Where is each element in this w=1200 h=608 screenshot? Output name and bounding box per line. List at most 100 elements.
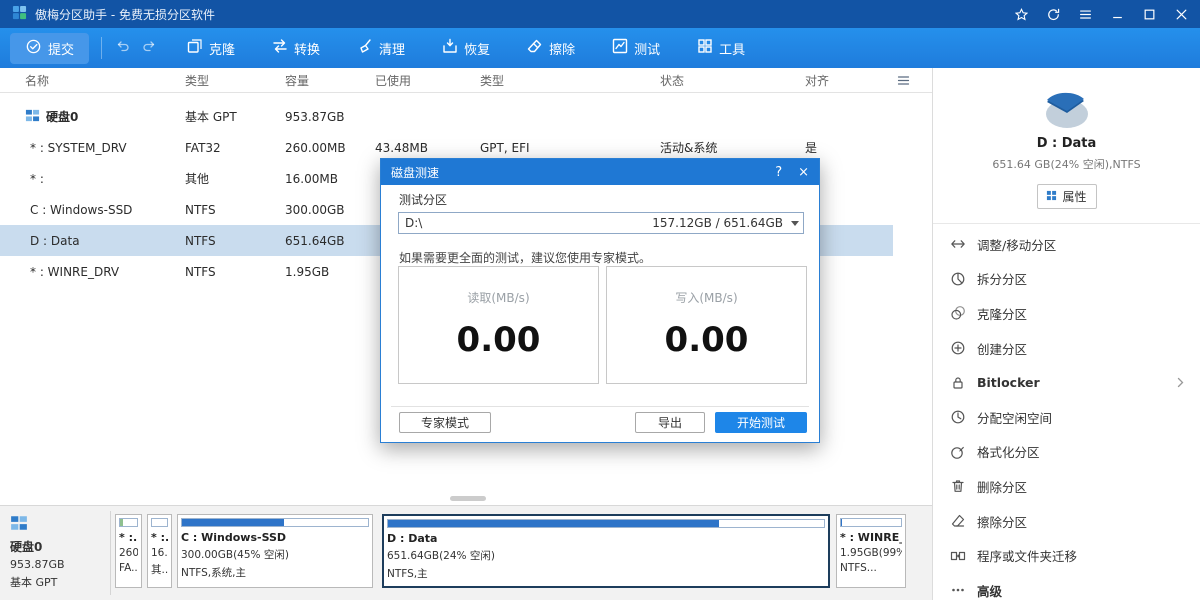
- toolbar-item-label: 测试: [634, 39, 660, 58]
- column-options-icon[interactable]: [897, 74, 910, 90]
- sidebar-item-label: 分配空闲空间: [977, 408, 1052, 427]
- test-partition-select[interactable]: D:\ 157.12GB / 651.64GB: [398, 212, 804, 234]
- toolbar-item-clean[interactable]: 清理: [350, 33, 411, 63]
- disk-type: 基本 GPT: [10, 574, 106, 590]
- toolbar-item-test[interactable]: 测试: [605, 33, 666, 63]
- expert-mode-hint: 如果需要更全面的测试，建议您使用专家模式。: [399, 249, 651, 266]
- favorite-star-icon[interactable]: [1015, 8, 1028, 21]
- menu-icon[interactable]: [1079, 8, 1092, 21]
- partition-block-msr[interactable]: * :... 16... 其...: [147, 514, 172, 588]
- cell-capacity: 953.87GB: [285, 110, 375, 124]
- cell-type: FAT32: [185, 141, 285, 155]
- sync-icon[interactable]: [1047, 8, 1060, 21]
- close-icon[interactable]: [1175, 8, 1188, 21]
- submit-label: 提交: [48, 39, 74, 58]
- partition-block-winre[interactable]: * : WINRE_... 1.95GB(99%... NTFS...: [836, 514, 906, 588]
- sidebar-item-wipe-partition[interactable]: 擦除分区: [933, 504, 1200, 539]
- erase-icon: [526, 37, 544, 59]
- partition-size: 260...: [119, 547, 138, 559]
- cell-capacity: 260.00MB: [285, 141, 375, 155]
- start-test-button[interactable]: 开始测试: [715, 412, 807, 433]
- partition-name: C : Windows-SSD: [181, 531, 369, 544]
- panel-divider: [110, 511, 111, 595]
- toolbar-item-erase[interactable]: 擦除: [520, 33, 581, 63]
- cell-status: 活动&系统: [660, 139, 805, 156]
- sidebar-item-resize-move[interactable]: 调整/移动分区: [933, 227, 1200, 262]
- toolbar-divider: [101, 37, 102, 59]
- properties-grid-icon: [1046, 190, 1057, 204]
- toolbar-item-tools[interactable]: 工具: [690, 33, 751, 63]
- sidebar-item-split[interactable]: 拆分分区: [933, 262, 1200, 297]
- dialog-close-icon[interactable]: ×: [798, 166, 809, 179]
- sidebar-item-delete-partition[interactable]: 删除分区: [933, 469, 1200, 504]
- read-speed-label: 读取(MB/s): [399, 289, 598, 306]
- usage-bar: [151, 518, 168, 527]
- col-header-aligned[interactable]: 对齐: [805, 72, 932, 89]
- selected-partition-value: D:\: [399, 216, 422, 230]
- sidebar-item-bitlocker[interactable]: Bitlocker: [933, 365, 1200, 400]
- sidebar-item-format-partition[interactable]: 格式化分区: [933, 435, 1200, 470]
- partition-size: 651.64GB(24% 空闲): [387, 548, 825, 563]
- sidebar-item-label: 调整/移动分区: [977, 235, 1056, 254]
- partition-block-efi[interactable]: * :... 260... FA...: [115, 514, 142, 588]
- undo-icon[interactable]: [114, 38, 130, 58]
- disk-icon: [10, 522, 28, 535]
- write-speed-label: 写入(MB/s): [607, 289, 806, 306]
- tools-icon: [696, 37, 714, 59]
- minimize-icon[interactable]: [1111, 8, 1124, 21]
- cell-type: NTFS: [185, 203, 285, 217]
- expert-mode-button[interactable]: 专家模式: [399, 412, 491, 433]
- properties-button[interactable]: 属性: [1037, 184, 1097, 209]
- split-icon: [950, 271, 966, 287]
- partition-name: * :...: [119, 531, 138, 544]
- partition-name: * : WINRE_...: [840, 531, 902, 544]
- redo-icon[interactable]: [142, 38, 158, 58]
- cell-name: * : WINRE_DRV: [30, 265, 119, 279]
- partition-pie-icon: [1036, 86, 1098, 132]
- toolbar-item-clone[interactable]: 克隆: [180, 33, 241, 63]
- write-speed-value: 0.00: [607, 320, 806, 360]
- partition-name: D : Data: [387, 532, 825, 545]
- partition-size: 1.95GB(99%...: [840, 547, 902, 559]
- sidebar-item-label: 拆分分区: [977, 269, 1027, 288]
- format-icon: [950, 444, 966, 460]
- partition-block-c[interactable]: C : Windows-SSD 300.00GB(45% 空闲) NTFS,系统…: [177, 514, 373, 588]
- create-partition-icon: [950, 340, 966, 356]
- clone-partition-icon: [950, 305, 966, 321]
- cell-name: 硬盘0: [46, 108, 78, 125]
- col-header-used[interactable]: 已使用: [375, 72, 480, 89]
- read-speed-box: 读取(MB/s) 0.00: [398, 266, 599, 384]
- sidebar-item-create-partition[interactable]: 创建分区: [933, 331, 1200, 366]
- col-header-name[interactable]: 名称: [25, 72, 185, 89]
- test-icon: [611, 37, 629, 59]
- sidebar-item-advanced[interactable]: 高级: [933, 573, 1200, 608]
- sidebar-item-app-migration[interactable]: 程序或文件夹迁移: [933, 538, 1200, 573]
- dialog-help-icon[interactable]: ?: [775, 166, 782, 179]
- maximize-icon[interactable]: [1143, 8, 1156, 21]
- submit-button[interactable]: 提交: [10, 33, 89, 64]
- sidebar-item-allocate-free-space[interactable]: 分配空闲空间: [933, 400, 1200, 435]
- app-logo-icon: [12, 5, 27, 24]
- allocate-icon: [950, 409, 966, 425]
- selected-partition-name: D : Data: [933, 136, 1200, 151]
- table-row[interactable]: 硬盘0 基本 GPT 953.87GB: [0, 101, 893, 132]
- col-header-capacity[interactable]: 容量: [285, 72, 375, 89]
- export-button[interactable]: 导出: [635, 412, 705, 433]
- cell-type: NTFS: [185, 234, 285, 248]
- scroll-indicator[interactable]: [450, 496, 486, 501]
- toolbar-item-recover[interactable]: 恢复: [435, 33, 496, 63]
- cell-name: * : SYSTEM_DRV: [30, 141, 127, 155]
- sidebar-item-clone-partition[interactable]: 克隆分区: [933, 296, 1200, 331]
- col-header-status[interactable]: 状态: [660, 72, 805, 89]
- cell-capacity: 300.00GB: [285, 203, 375, 217]
- toolbar-item-convert[interactable]: 转换: [265, 33, 326, 63]
- col-header-type2[interactable]: 类型: [480, 72, 660, 89]
- partition-block-d-selected[interactable]: D : Data 651.64GB(24% 空闲) NTFS,主: [382, 514, 830, 588]
- disk-summary[interactable]: 硬盘0 953.87GB 基本 GPT: [10, 514, 106, 590]
- cell-aligned: 是: [805, 139, 893, 156]
- usage-bar: [119, 518, 138, 527]
- delete-icon: [950, 478, 966, 494]
- sidebar-item-label: Bitlocker: [977, 375, 1040, 390]
- cell-capacity: 1.95GB: [285, 265, 375, 279]
- col-header-type[interactable]: 类型: [185, 72, 285, 89]
